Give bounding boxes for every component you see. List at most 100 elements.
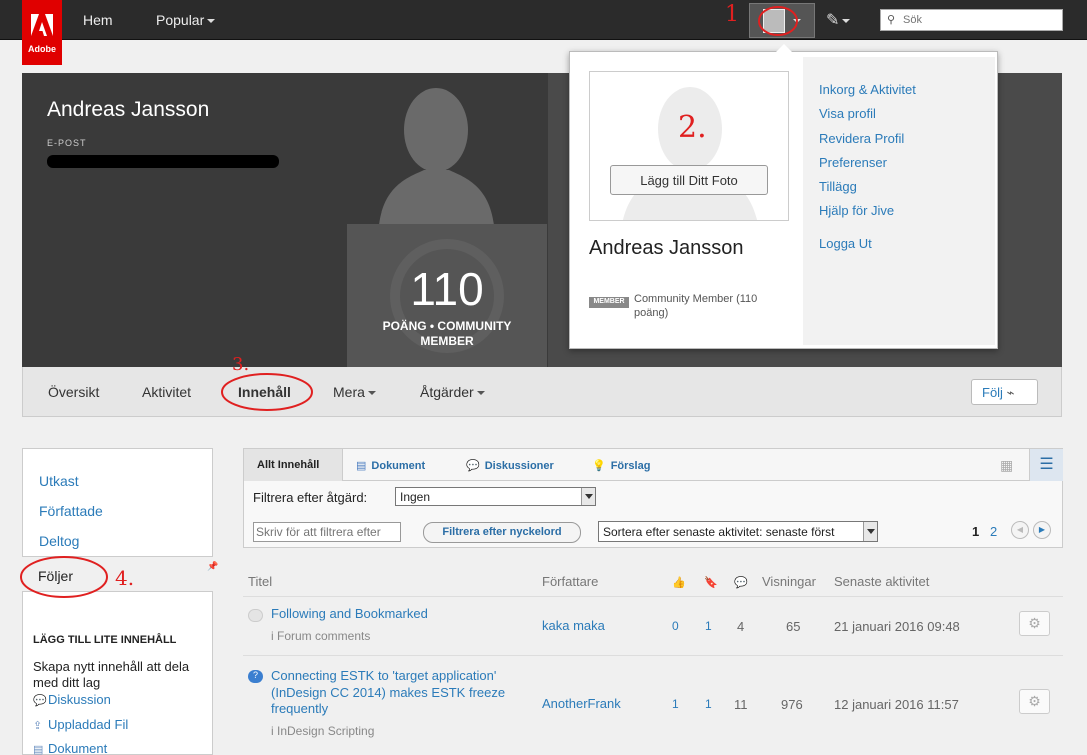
menu-view-profile[interactable]: Visa profil xyxy=(819,106,876,121)
row-likes[interactable]: 1 xyxy=(672,697,679,711)
sort-select[interactable]: Sortera efter senaste aktivitet: senaste… xyxy=(598,521,878,542)
nav-popular-label: Popular xyxy=(156,12,205,28)
chevron-down-icon xyxy=(581,488,595,505)
chevron-down-icon xyxy=(863,522,877,541)
row-replies: 4 xyxy=(737,619,745,634)
adobe-logo[interactable]: Adobe xyxy=(22,0,62,65)
prev-page-icon[interactable]: ◀ xyxy=(1011,521,1029,539)
tab-all-content[interactable]: Allt Innehåll xyxy=(244,449,343,481)
sidebar-item-drafts[interactable]: Utkast xyxy=(39,473,79,489)
tab-discussions-label: Diskussioner xyxy=(484,460,554,472)
like-icon[interactable]: 👍 xyxy=(672,576,686,589)
row-place: i InDesign Scripting xyxy=(271,724,375,738)
row-likes[interactable]: 0 xyxy=(672,619,679,633)
tab-actions-label: Åtgärder xyxy=(420,384,474,400)
divider xyxy=(243,596,1063,597)
add-content-heading: LÄGG TILL LITE INNEHÅLL xyxy=(33,634,177,646)
menu-edit-profile[interactable]: Revidera Profil xyxy=(819,131,904,146)
row-views: 65 xyxy=(786,619,801,634)
points-label: POÄNG • COMMUNITY MEMBER xyxy=(347,319,547,349)
user-silhouette-icon xyxy=(623,87,757,220)
sidebar-item-authored[interactable]: Författade xyxy=(39,503,103,519)
user-menu-popup: 2. Lägg till Ditt Foto Andreas Jansson M… xyxy=(569,44,998,349)
row-actions-gear-icon[interactable]: ⚙ xyxy=(1019,689,1050,714)
tab-discussions[interactable]: 💬 Diskussioner xyxy=(466,449,554,481)
annotation-circle-3 xyxy=(221,373,313,411)
profile-photo-placeholder: 2. Lägg till Ditt Foto xyxy=(589,71,789,221)
tab-suggestions-label: Förslag xyxy=(610,460,651,472)
create-document-link[interactable]: ▤ Dokument xyxy=(33,741,107,755)
menu-jive-help[interactable]: Hjälp för Jive xyxy=(819,203,894,218)
document-icon: ▤ xyxy=(356,460,367,472)
row-place: i Forum comments xyxy=(271,629,371,643)
sidebar-item-participated[interactable]: Deltog xyxy=(39,533,79,549)
next-page-icon[interactable]: ▶ xyxy=(1033,521,1051,539)
page-2[interactable]: 2 xyxy=(990,524,997,539)
add-photo-button[interactable]: Lägg till Ditt Foto xyxy=(610,165,768,195)
row-replies: 11 xyxy=(734,697,748,712)
row-author-link[interactable]: kaka maka xyxy=(542,618,605,633)
menu-preferences[interactable]: Preferenser xyxy=(819,155,887,170)
annotation-circle-1 xyxy=(758,6,798,36)
lightbulb-icon: 💡 xyxy=(592,460,606,472)
top-navbar: Adobe Hem Popular ✎ ⚲ xyxy=(0,0,1087,65)
row-title-link[interactable]: Connecting ESTK to 'target application' … xyxy=(271,668,539,718)
nav-home-link[interactable]: Hem xyxy=(83,12,113,28)
col-author[interactable]: Författare xyxy=(542,574,598,589)
points-label-line1: POÄNG • COMMUNITY xyxy=(382,319,512,333)
reply-icon[interactable]: 💬 xyxy=(734,576,748,589)
col-latest-activity[interactable]: Senaste aktivitet xyxy=(834,574,929,589)
col-title[interactable]: Titel xyxy=(248,574,272,589)
list-view-icon[interactable]: ☰ xyxy=(1029,449,1063,481)
menu-logout[interactable]: Logga Ut xyxy=(819,236,872,251)
page-1[interactable]: 1 xyxy=(972,524,979,539)
create-discussion-link[interactable]: 💬Diskussion xyxy=(33,692,111,707)
follow-label: Följ xyxy=(982,385,1003,400)
sort-value: Sortera efter senaste aktivitet: senaste… xyxy=(603,525,835,539)
row-author-link[interactable]: AnotherFrank xyxy=(542,696,621,711)
row-views: 976 xyxy=(781,697,803,712)
tab-overview[interactable]: Översikt xyxy=(48,384,99,400)
keyword-filter-button[interactable]: Filtrera efter nyckelord xyxy=(423,522,581,543)
menu-inbox-activity[interactable]: Inkorg & Aktivitet xyxy=(819,82,916,97)
search-input[interactable] xyxy=(903,12,1058,28)
keyword-filter-input[interactable] xyxy=(253,522,401,542)
points-value: 110 xyxy=(410,263,484,315)
popup-user-name: Andreas Jansson xyxy=(589,237,744,259)
chevron-down-icon xyxy=(207,19,216,24)
row-latest: 21 januari 2016 09:48 xyxy=(834,619,960,634)
bookmark-icon[interactable]: 🔖 xyxy=(704,576,718,589)
row-bookmarks[interactable]: 1 xyxy=(705,619,712,633)
create-upload-link[interactable]: ⇪ Uppladdad Fil xyxy=(33,717,128,732)
row-bookmarks[interactable]: 1 xyxy=(705,697,712,711)
create-discussion-label: Diskussion xyxy=(48,692,111,707)
row-actions-gear-icon[interactable]: ⚙ xyxy=(1019,611,1050,636)
tab-more[interactable]: Mera xyxy=(333,384,376,400)
grid-view-icon[interactable]: ▦ xyxy=(1000,457,1013,474)
follow-button[interactable]: Följ ⌁ xyxy=(971,379,1038,405)
member-status: Community Member (110 poäng) xyxy=(634,293,758,319)
menu-addons[interactable]: Tillägg xyxy=(819,179,857,194)
row-title-link[interactable]: Following and Bookmarked xyxy=(271,606,539,623)
create-pencil-button[interactable]: ✎ xyxy=(826,10,851,30)
redacted-email xyxy=(47,155,279,168)
tab-documents[interactable]: ▤ Dokument xyxy=(356,449,425,481)
pencil-icon: ✎ xyxy=(826,12,840,29)
col-views[interactable]: Visningar xyxy=(762,574,816,589)
search-box[interactable]: ⚲ xyxy=(880,9,1063,31)
annotation-4: 4. xyxy=(115,566,135,590)
search-icon: ⚲ xyxy=(887,14,896,26)
chevron-down-icon xyxy=(476,391,485,396)
create-upload-label: Uppladdad Fil xyxy=(48,717,129,732)
pin-icon[interactable]: 📌 xyxy=(207,561,218,572)
filter-action-select[interactable]: Ingen xyxy=(395,487,596,506)
profile-silhouette-icon xyxy=(379,88,494,225)
adobe-logo-icon xyxy=(31,14,53,36)
tab-activity[interactable]: Aktivitet xyxy=(142,384,191,400)
member-badge: MEMBER xyxy=(589,297,629,308)
tab-actions[interactable]: Åtgärder xyxy=(420,384,485,400)
add-content-text: Skapa nytt innehåll att dela med ditt la… xyxy=(33,659,190,690)
filter-bar: Filtrera efter åtgärd: Ingen Filtrera ef… xyxy=(243,481,1063,548)
nav-popular-menu[interactable]: Popular xyxy=(156,12,216,28)
tab-suggestions[interactable]: 💡 Förslag xyxy=(592,449,650,481)
